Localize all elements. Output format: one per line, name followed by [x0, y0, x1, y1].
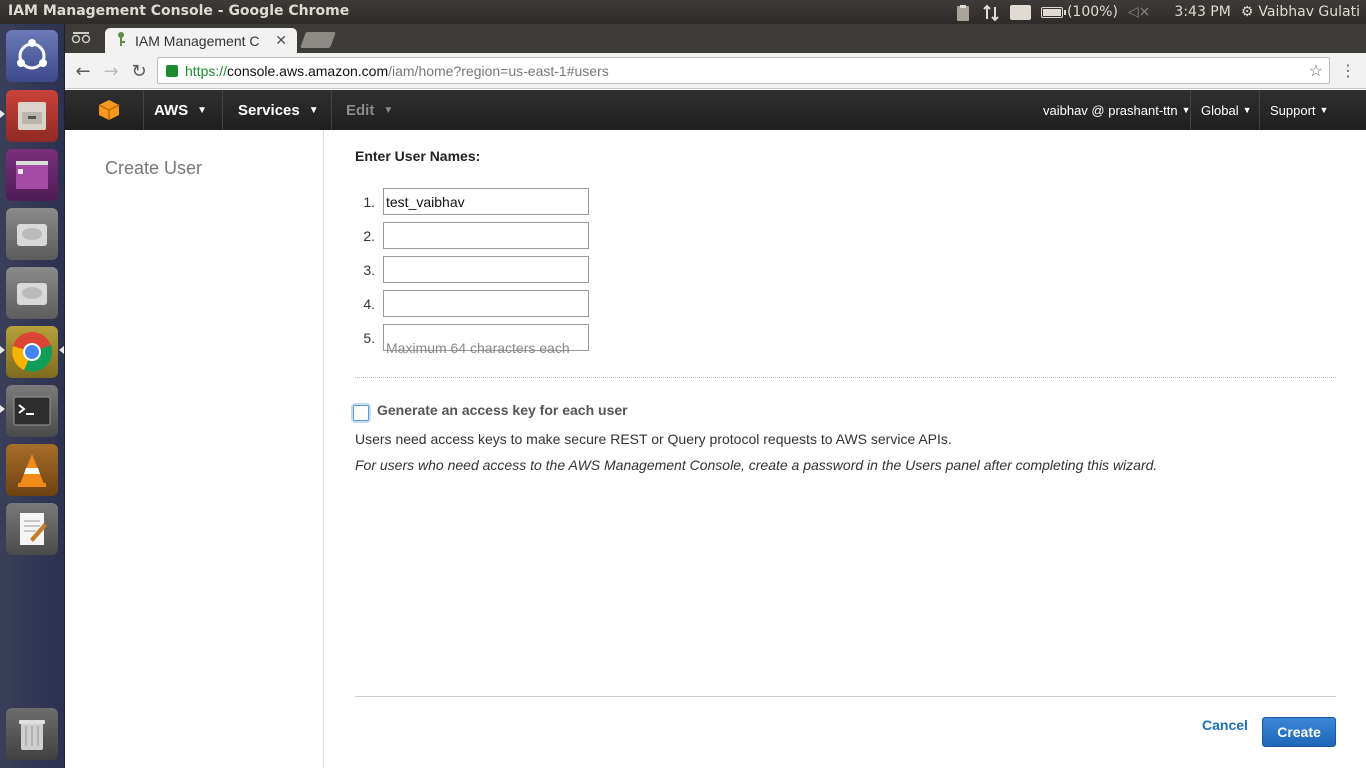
incognito-icon — [71, 30, 91, 46]
wizard-sidebar: Create User — [65, 130, 324, 768]
page-title: Create User — [105, 158, 203, 178]
lock-icon — [166, 64, 178, 77]
footer-divider — [355, 696, 1336, 697]
user-name-row: 1. — [355, 188, 589, 215]
aws-label: AWS — [154, 101, 189, 119]
dash-home-icon[interactable] — [6, 30, 58, 82]
keyboard-layout-indicator[interactable]: En — [1009, 4, 1031, 20]
battery-percent: (100%) — [1066, 4, 1118, 20]
system-tray: En (100%) ◁× 3:43 PM ⚙ Vaibhav Gulati — [954, 0, 1360, 24]
clipboard-icon[interactable] — [954, 4, 972, 21]
chevron-down-icon: ▼ — [197, 104, 208, 116]
url-path: /iam/home?region=us-east-1#users — [388, 62, 609, 79]
services-menu[interactable]: Services ▼ — [238, 90, 319, 130]
workspace-switcher-icon[interactable] — [6, 149, 58, 201]
user-name: Vaibhav Gulati — [1258, 4, 1360, 20]
trash-icon[interactable] — [6, 708, 58, 760]
access-key-checkbox[interactable] — [353, 405, 369, 421]
support-label: Support — [1270, 102, 1316, 118]
row-number: 3. — [363, 261, 375, 278]
volume-muted-icon[interactable]: ◁× — [1128, 4, 1151, 20]
chrome-menu-icon[interactable]: ⋮ — [1340, 61, 1356, 80]
chevron-down-icon: ▼ — [383, 104, 394, 116]
max-length-hint: Maximum 64 characters each — [386, 340, 570, 356]
row-number: 2. — [363, 227, 375, 244]
user-name-input-3[interactable] — [383, 256, 589, 283]
user-name-row: 2. — [355, 222, 589, 249]
aws-cube-logo-icon[interactable] — [98, 99, 120, 121]
region-label: Global — [1201, 102, 1239, 118]
edit-menu[interactable]: Edit ▼ — [346, 90, 393, 130]
battery-icon — [1040, 6, 1066, 18]
window-title: IAM Management Console - Google Chrome — [8, 3, 350, 19]
chrome-icon[interactable] — [6, 326, 58, 378]
support-menu[interactable]: Support ▼ — [1270, 90, 1328, 130]
chevron-down-icon: ▼ — [308, 104, 319, 116]
vlc-icon[interactable] — [6, 444, 58, 496]
aws-menu[interactable]: AWS ▼ — [154, 90, 207, 130]
new-tab-button[interactable] — [300, 32, 336, 48]
user-menu[interactable]: ⚙ Vaibhav Gulati — [1241, 4, 1360, 20]
cancel-button[interactable]: Cancel — [1202, 717, 1248, 733]
row-number: 1. — [363, 193, 375, 210]
os-top-panel: IAM Management Console - Google Chrome E… — [0, 0, 1366, 24]
row-number: 4. — [363, 295, 375, 312]
user-name-row: 3. — [355, 256, 589, 283]
key-favicon-icon — [115, 31, 127, 50]
row-number: 5. — [363, 329, 375, 346]
tab-title: IAM Management C — [135, 32, 260, 49]
access-key-label[interactable]: Generate an access key for each user — [377, 402, 628, 418]
drive-icon-2[interactable] — [6, 267, 58, 319]
user-name-input-4[interactable] — [383, 290, 589, 317]
browser-toolbar: ← → ↻ https:// console.aws.amazon.com /i… — [65, 53, 1366, 89]
services-label: Services — [238, 101, 300, 119]
chevron-down-icon: ▼ — [1242, 105, 1252, 115]
url-scheme: https:// — [185, 62, 228, 79]
reload-icon[interactable]: ↻ — [127, 59, 151, 83]
user-name-row: 4. — [355, 290, 589, 317]
section-divider — [355, 377, 1336, 378]
tab-strip: IAM Management C ✕ — [65, 24, 1366, 53]
console-password-note: For users who need access to the AWS Man… — [355, 457, 1158, 473]
aws-navbar: AWS ▼ Services ▼ Edit ▼ vaibhav @ prasha… — [65, 90, 1366, 130]
user-name-input-1[interactable] — [383, 188, 589, 215]
url-host: console.aws.amazon.com — [227, 62, 389, 79]
forward-arrow-icon[interactable]: → — [99, 59, 123, 83]
region-menu[interactable]: Global ▼ — [1201, 90, 1252, 130]
text-editor-icon[interactable] — [6, 503, 58, 555]
browser-window: IAM Management C ✕ ← → ↻ https:// consol… — [65, 24, 1366, 768]
address-bar[interactable]: https:// console.aws.amazon.com /iam/hom… — [157, 57, 1330, 84]
access-key-info: Users need access keys to make secure RE… — [355, 431, 952, 447]
drive-icon[interactable] — [6, 208, 58, 260]
account-label: vaibhav @ prashant-ttn — [1043, 102, 1178, 118]
edit-label: Edit — [346, 101, 375, 119]
terminal-icon[interactable] — [6, 385, 58, 437]
bookmark-star-icon[interactable]: ☆ — [1309, 61, 1323, 81]
tab-iam-console[interactable]: IAM Management C ✕ — [105, 28, 297, 53]
launcher — [0, 24, 65, 768]
create-user-wizard: Create User Enter User Names: 1. 2. 3. 4… — [65, 130, 1366, 768]
enter-user-names-label: Enter User Names: — [355, 148, 481, 164]
back-arrow-icon[interactable]: ← — [71, 59, 95, 83]
gear-icon: ⚙ — [1240, 4, 1254, 20]
chevron-down-icon: ▼ — [1319, 105, 1329, 115]
tab-close-icon[interactable]: ✕ — [275, 32, 287, 49]
battery-indicator[interactable]: (100%) — [1040, 4, 1118, 20]
network-icon[interactable] — [982, 4, 1000, 22]
files-icon[interactable] — [6, 90, 58, 142]
account-menu[interactable]: vaibhav @ prashant-ttn ▼ — [1043, 90, 1191, 130]
create-button[interactable]: Create — [1262, 717, 1336, 747]
user-name-input-2[interactable] — [383, 222, 589, 249]
clock[interactable]: 3:43 PM — [1174, 4, 1230, 20]
